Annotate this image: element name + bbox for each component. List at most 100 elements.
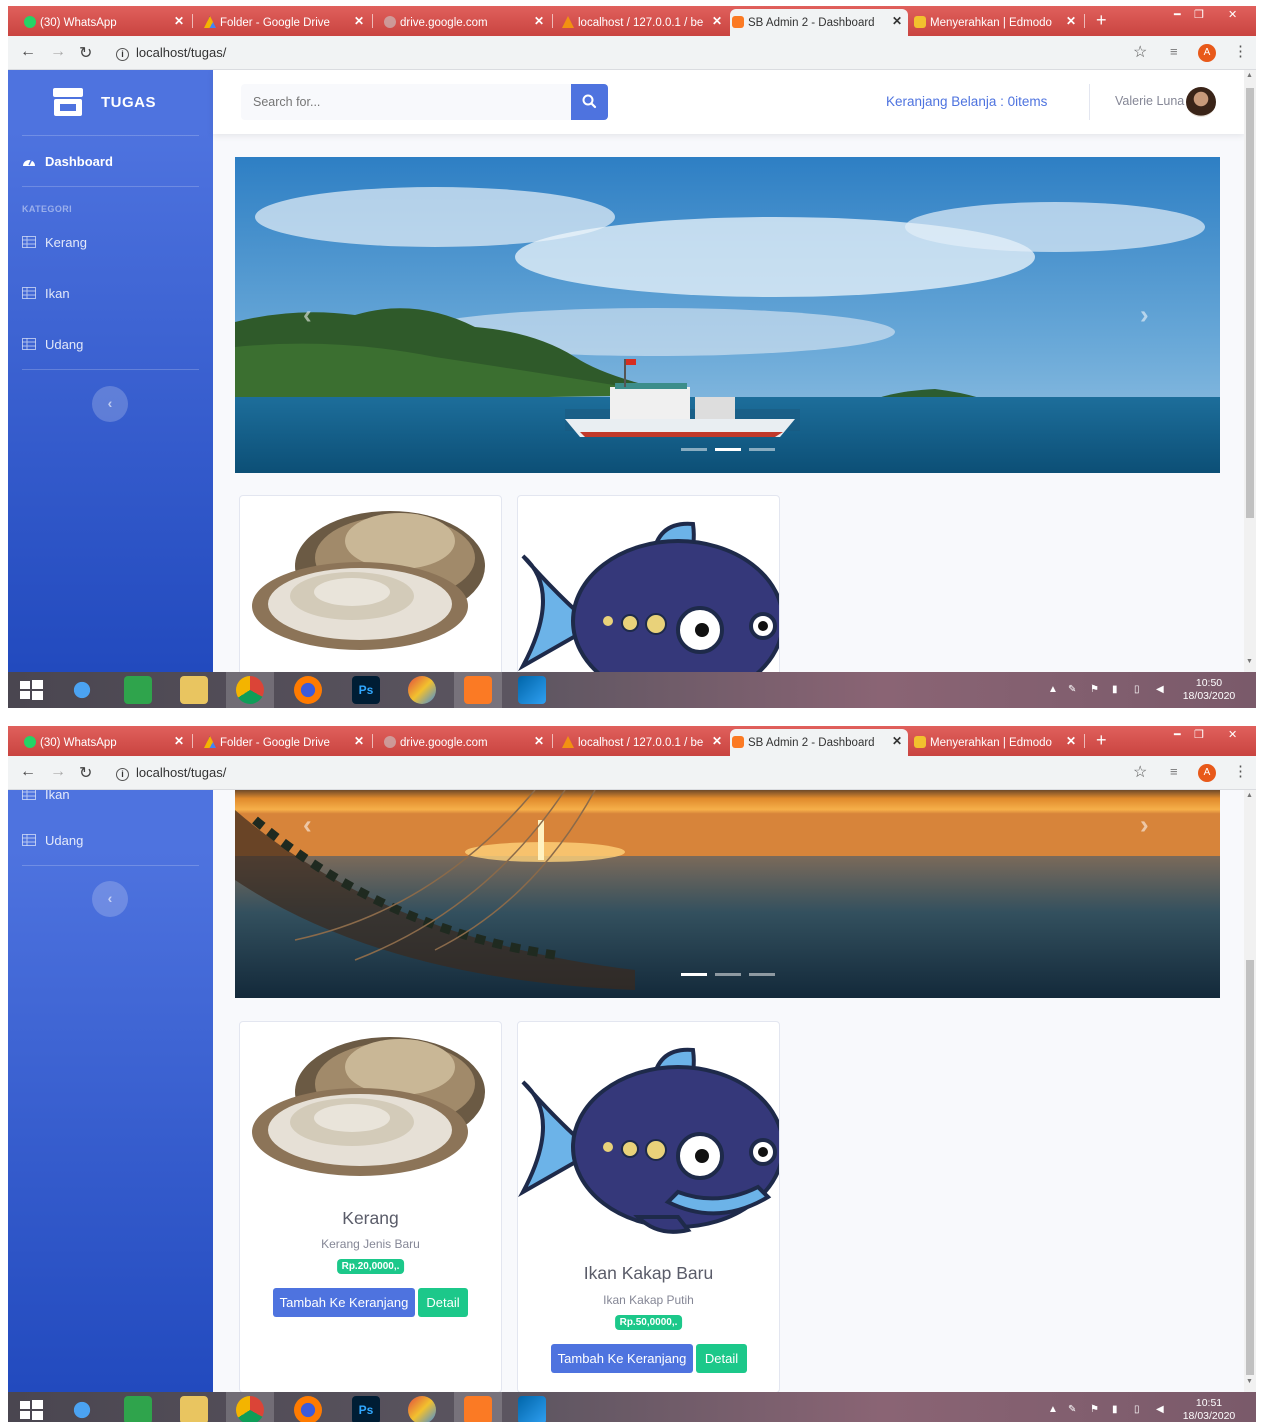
close-tab-icon[interactable]: ✕ bbox=[712, 734, 722, 748]
pen-icon[interactable]: ✎ bbox=[1068, 684, 1076, 695]
battery-icon[interactable]: ▯ bbox=[1134, 684, 1140, 695]
reload-icon[interactable]: ↻ bbox=[79, 43, 92, 63]
forward-arrow-icon[interactable]: → bbox=[50, 43, 66, 61]
info-icon[interactable]: i bbox=[116, 48, 129, 61]
carousel-indicator[interactable] bbox=[749, 973, 775, 976]
scroll-down-icon[interactable]: ▼ bbox=[1246, 658, 1253, 665]
sidebar-item-udang[interactable]: Udang bbox=[22, 828, 83, 852]
firefox-icon[interactable] bbox=[294, 676, 322, 704]
close-tab-icon[interactable]: ✕ bbox=[534, 14, 544, 28]
back-arrow-icon[interactable]: ← bbox=[20, 763, 36, 781]
scroll-up-icon[interactable]: ▲ bbox=[1246, 792, 1253, 799]
detail-button[interactable]: Detail bbox=[418, 1288, 468, 1317]
taskbar-clock[interactable]: 10:50 18/03/2020 bbox=[1176, 677, 1242, 703]
close-tab-icon[interactable]: ✕ bbox=[1066, 14, 1076, 28]
close-tab-icon[interactable]: ✕ bbox=[892, 14, 902, 28]
close-tab-icon[interactable]: ✕ bbox=[534, 734, 544, 748]
pen-icon[interactable]: ✎ bbox=[1068, 1404, 1076, 1415]
close-tab-icon[interactable]: ✕ bbox=[712, 14, 722, 28]
sidebar-toggle-button[interactable]: ‹ bbox=[92, 881, 128, 917]
scroll-down-icon[interactable]: ▼ bbox=[1246, 1378, 1253, 1385]
minimize-icon[interactable]: ━ bbox=[1174, 728, 1181, 741]
store-icon[interactable] bbox=[124, 676, 152, 704]
tab-drive-google-com[interactable]: drive.google.com ✕ bbox=[382, 729, 550, 756]
new-tab-icon[interactable]: + bbox=[1096, 10, 1107, 31]
network-signal-icon[interactable]: ▮ bbox=[1112, 684, 1118, 695]
page-scrollbar[interactable]: ▲ ▼ bbox=[1244, 70, 1256, 672]
close-tab-icon[interactable]: ✕ bbox=[174, 734, 184, 748]
add-to-cart-button[interactable]: Tambah Ke Keranjang bbox=[551, 1344, 693, 1373]
profile-avatar[interactable]: A bbox=[1198, 44, 1216, 62]
flag-icon[interactable]: ⚑ bbox=[1090, 684, 1099, 695]
tab-edmodo[interactable]: Menyerahkan | Edmodo ✕ bbox=[912, 9, 1082, 36]
add-to-cart-button[interactable]: Tambah Ke Keranjang bbox=[273, 1288, 415, 1317]
sidebar-item-ikan[interactable]: Ikan bbox=[22, 790, 70, 806]
url-field[interactable]: i localhost/tugas/ bbox=[116, 765, 226, 781]
back-arrow-icon[interactable]: ← bbox=[20, 43, 36, 61]
carousel-indicator[interactable] bbox=[681, 973, 707, 976]
close-tab-icon[interactable]: ✕ bbox=[1066, 734, 1076, 748]
file-explorer-icon[interactable] bbox=[180, 1396, 208, 1422]
carousel-prev-icon[interactable]: ‹ bbox=[303, 300, 312, 331]
nav-dashboard[interactable]: Dashboard bbox=[22, 149, 113, 173]
restore-icon[interactable]: ❐ bbox=[1194, 8, 1204, 21]
tab-google-drive[interactable]: Folder - Google Drive ✕ bbox=[202, 9, 370, 36]
bookmark-star-icon[interactable]: ☆ bbox=[1133, 42, 1147, 62]
user-avatar[interactable] bbox=[1186, 87, 1216, 117]
carousel-indicator[interactable] bbox=[749, 448, 775, 451]
page-scrollbar[interactable]: ▲ ▼ bbox=[1244, 790, 1256, 1392]
tab-edmodo[interactable]: Menyerahkan | Edmodo ✕ bbox=[912, 729, 1082, 756]
tray-arrow-icon[interactable]: ▲ bbox=[1048, 1404, 1058, 1415]
scrollbar-thumb[interactable] bbox=[1246, 88, 1254, 518]
close-window-icon[interactable]: ✕ bbox=[1228, 728, 1237, 741]
paint-icon[interactable] bbox=[408, 676, 436, 704]
close-tab-icon[interactable]: ✕ bbox=[354, 14, 364, 28]
brand-link[interactable]: TUGAS bbox=[48, 86, 188, 122]
restore-icon[interactable]: ❐ bbox=[1194, 728, 1204, 741]
new-tab-icon[interactable]: + bbox=[1096, 730, 1107, 751]
bookmark-star-icon[interactable]: ☆ bbox=[1133, 762, 1147, 782]
url-field[interactable]: i localhost/tugas/ bbox=[116, 45, 226, 61]
sidebar-item-ikan[interactable]: Ikan bbox=[22, 281, 70, 305]
windows-start-icon[interactable] bbox=[16, 1396, 46, 1422]
vscode-icon[interactable] bbox=[518, 1396, 546, 1422]
info-icon[interactable]: i bbox=[116, 768, 129, 781]
carousel-indicator[interactable] bbox=[715, 973, 741, 976]
sidebar-item-udang[interactable]: Udang bbox=[22, 332, 83, 356]
profile-avatar[interactable]: A bbox=[1198, 764, 1216, 782]
forward-arrow-icon[interactable]: → bbox=[50, 763, 66, 781]
detail-button[interactable]: Detail bbox=[696, 1344, 747, 1373]
taskbar-clock[interactable]: 10:51 18/03/2020 bbox=[1176, 1397, 1242, 1422]
close-window-icon[interactable]: ✕ bbox=[1228, 8, 1237, 21]
paint-icon[interactable] bbox=[408, 1396, 436, 1422]
xampp-icon[interactable] bbox=[464, 1396, 492, 1422]
firefox-icon[interactable] bbox=[294, 1396, 322, 1422]
tab-sb-admin[interactable]: SB Admin 2 - Dashboard ✕ bbox=[730, 9, 908, 36]
network-signal-icon[interactable]: ▮ bbox=[1112, 1404, 1118, 1415]
chrome-icon[interactable] bbox=[236, 676, 264, 704]
menu-kebab-icon[interactable]: ⋮ bbox=[1233, 42, 1248, 60]
reading-list-icon[interactable]: ≡ bbox=[1170, 764, 1178, 779]
vscode-icon[interactable] bbox=[518, 676, 546, 704]
tab-drive-google-com[interactable]: drive.google.com ✕ bbox=[382, 9, 550, 36]
volume-icon[interactable]: ◀ bbox=[1156, 1404, 1164, 1415]
tray-arrow-icon[interactable]: ▲ bbox=[1048, 684, 1058, 695]
sidebar-item-kerang[interactable]: Kerang bbox=[22, 230, 87, 254]
carousel-prev-icon[interactable]: ‹ bbox=[303, 810, 312, 841]
minimize-icon[interactable]: ━ bbox=[1174, 8, 1181, 21]
reading-list-icon[interactable]: ≡ bbox=[1170, 44, 1178, 59]
carousel-indicator[interactable] bbox=[681, 448, 707, 451]
tab-phpmyadmin[interactable]: localhost / 127.0.0.1 / be ✕ bbox=[560, 729, 728, 756]
internet-explorer-icon[interactable] bbox=[68, 676, 96, 704]
scroll-up-icon[interactable]: ▲ bbox=[1246, 72, 1253, 79]
flag-icon[interactable]: ⚑ bbox=[1090, 1404, 1099, 1415]
carousel-next-icon[interactable]: › bbox=[1140, 810, 1149, 841]
photoshop-icon[interactable]: Ps bbox=[352, 1396, 380, 1422]
carousel-indicator[interactable] bbox=[715, 448, 741, 451]
volume-icon[interactable]: ◀ bbox=[1156, 684, 1164, 695]
tab-sb-admin[interactable]: SB Admin 2 - Dashboard ✕ bbox=[730, 729, 908, 756]
xampp-icon[interactable] bbox=[464, 676, 492, 704]
close-tab-icon[interactable]: ✕ bbox=[892, 734, 902, 748]
reload-icon[interactable]: ↻ bbox=[79, 763, 92, 783]
chrome-icon[interactable] bbox=[236, 1396, 264, 1422]
